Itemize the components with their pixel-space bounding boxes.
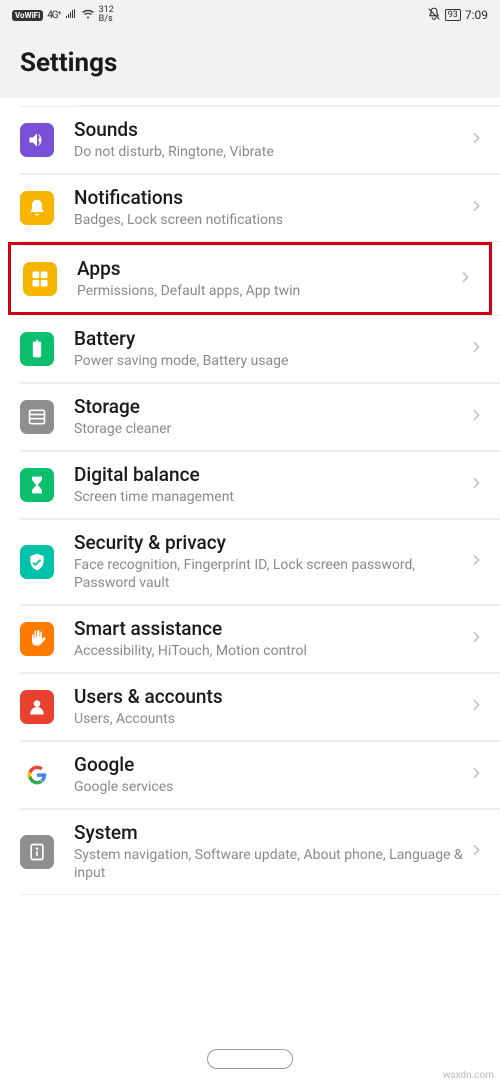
list-item-subtitle: Storage cleaner — [74, 420, 468, 438]
chevron-right-icon — [468, 697, 486, 717]
chevron-right-icon — [468, 629, 486, 649]
list-item-system[interactable]: System System navigation, Software updat… — [0, 809, 500, 895]
sound-icon — [20, 123, 54, 157]
list-item-subtitle: Badges, Lock screen notifications — [74, 211, 468, 229]
shield-icon — [20, 545, 54, 579]
user-icon — [20, 690, 54, 724]
settings-list: Sounds Do not disturb, Ringtone, Vibrate… — [0, 98, 500, 895]
list-item-title: Smart assistance — [74, 618, 468, 641]
list-item-subtitle: Power saving mode, Battery usage — [74, 352, 468, 370]
list-item-subtitle: Face recognition, Fingerprint ID, Lock s… — [74, 556, 468, 592]
bell-icon — [20, 191, 54, 225]
list-item-title: Digital balance — [74, 464, 468, 487]
list-item-subtitle: System navigation, Software update, Abou… — [74, 846, 468, 882]
list-item-title: System — [74, 822, 468, 845]
chevron-right-icon — [468, 552, 486, 572]
clock: 7:09 — [465, 8, 488, 22]
network-type: 4G⁺ — [47, 10, 60, 21]
chevron-right-icon — [468, 407, 486, 427]
battery-indicator: 93 — [445, 9, 461, 21]
header: Settings — [0, 30, 500, 98]
apps-icon — [23, 262, 57, 296]
chevron-right-icon — [457, 269, 475, 289]
nav-pill[interactable] — [207, 1049, 293, 1069]
list-item-title: Battery — [74, 328, 468, 351]
list-item-storage[interactable]: Storage Storage cleaner — [0, 383, 500, 451]
info-icon — [20, 835, 54, 869]
list-item-title: Users & accounts — [74, 686, 468, 709]
list-item-title: Google — [74, 754, 468, 777]
chevron-right-icon — [468, 842, 486, 862]
hourglass-icon — [20, 468, 54, 502]
list-item-subtitle: Screen time management — [74, 488, 468, 506]
list-item-subtitle: Do not disturb, Ringtone, Vibrate — [74, 143, 468, 161]
list-item-subtitle: Users, Accounts — [74, 710, 468, 728]
mute-icon — [427, 7, 441, 24]
chevron-right-icon — [468, 339, 486, 359]
list-item-subtitle: Google services — [74, 778, 468, 796]
list-item-title: Sounds — [74, 119, 468, 142]
vowifi-badge: VoWiFi — [12, 10, 43, 21]
storage-icon — [20, 400, 54, 434]
network-speed: 312 B/s — [99, 6, 114, 24]
chevron-right-icon — [468, 765, 486, 785]
list-item-security[interactable]: Security & privacy Face recognition, Fin… — [0, 519, 500, 605]
status-bar: VoWiFi 4G⁺ 312 B/s 93 7:09 — [0, 0, 500, 30]
chevron-right-icon — [468, 475, 486, 495]
hand-icon — [20, 622, 54, 656]
chevron-right-icon — [468, 130, 486, 150]
list-item-subtitle: Accessibility, HiTouch, Motion control — [74, 642, 468, 660]
list-item-users-accounts[interactable]: Users & accounts Users, Accounts — [0, 673, 500, 741]
list-item-google[interactable]: Google Google services — [0, 741, 500, 809]
list-item-title: Notifications — [74, 187, 468, 210]
battery-icon — [20, 332, 54, 366]
list-item-smart-assistance[interactable]: Smart assistance Accessibility, HiTouch,… — [0, 605, 500, 673]
list-item-sounds[interactable]: Sounds Do not disturb, Ringtone, Vibrate — [0, 106, 500, 174]
page-title: Settings — [20, 48, 480, 78]
google-icon — [20, 758, 54, 792]
status-bar-right: 93 7:09 — [427, 7, 488, 24]
chevron-right-icon — [468, 198, 486, 218]
list-item-partial — [74, 98, 500, 106]
list-item-battery[interactable]: Battery Power saving mode, Battery usage — [0, 315, 500, 383]
list-item-title: Storage — [74, 396, 468, 419]
list-item-title: Apps — [77, 258, 457, 281]
list-item-apps-highlighted[interactable]: Apps Permissions, Default apps, App twin — [8, 242, 492, 315]
list-item-digital-balance[interactable]: Digital balance Screen time management — [0, 451, 500, 519]
wifi-icon — [81, 8, 95, 22]
list-item-title: Security & privacy — [74, 532, 468, 555]
list-item-subtitle: Permissions, Default apps, App twin — [77, 282, 457, 300]
watermark: wsxdn.com — [443, 1070, 494, 1081]
signal-icon — [65, 8, 77, 22]
list-item-notifications[interactable]: Notifications Badges, Lock screen notifi… — [0, 174, 500, 242]
status-bar-left: VoWiFi 4G⁺ 312 B/s — [12, 6, 114, 24]
